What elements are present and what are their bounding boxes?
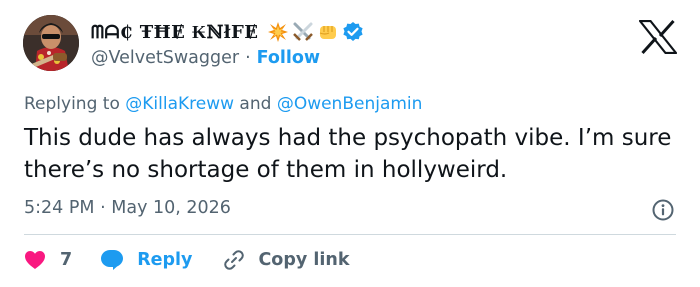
author-handle[interactable]: @VelvetSwagger: [91, 48, 239, 68]
tweet-text: This dude has always had the psychopath …: [24, 125, 672, 183]
reply-and: and: [239, 94, 272, 114]
tweet-date: May 10, 2026: [111, 198, 231, 218]
like-count: 7: [60, 250, 73, 270]
collision-icon: [267, 22, 288, 42]
handle-separator: ·: [245, 48, 251, 68]
timestamp-separator: ·: [100, 198, 106, 218]
mention-link-1[interactable]: @KillaKreww: [125, 94, 234, 114]
follow-button[interactable]: Follow: [257, 48, 320, 68]
reply-bubble-icon: [101, 250, 124, 270]
heart-icon: [25, 251, 45, 269]
reply-prefix: Replying to: [24, 94, 120, 114]
copy-link-button[interactable]: Copy link: [222, 248, 349, 272]
reply-button[interactable]: Reply: [100, 249, 192, 271]
author-handle-row: @VelvetSwagger · Follow: [91, 48, 320, 68]
author-name-row: ᗰᗩ₵ ŦĦɆ ₭ℕłFɆ: [91, 18, 364, 46]
like-button[interactable]: 7: [24, 250, 72, 270]
action-bar: 7 Reply Copy link: [24, 246, 349, 274]
link-icon: [224, 250, 245, 270]
copy-link-label: Copy link: [258, 250, 350, 270]
divider: [24, 234, 676, 235]
crossed-swords-icon: [292, 22, 313, 41]
info-icon[interactable]: [651, 198, 675, 222]
x-logo-icon[interactable]: [639, 20, 677, 54]
author-display-name[interactable]: ᗰᗩ₵ ŦĦɆ ₭ℕłFɆ: [91, 22, 259, 43]
fist-icon: [319, 26, 336, 39]
tweet-timestamp[interactable]: 5:24 PM · May 10, 2026: [24, 198, 231, 218]
tweet-time: 5:24 PM: [24, 198, 95, 218]
verified-badge-icon: [342, 22, 363, 41]
avatar[interactable]: [23, 15, 79, 71]
reply-context: Replying to @KillaKreww and @OwenBenjami…: [24, 94, 422, 114]
reply-label: Reply: [137, 250, 193, 270]
avatar-image: [23, 15, 79, 71]
mention-link-2[interactable]: @OwenBenjamin: [277, 94, 423, 114]
